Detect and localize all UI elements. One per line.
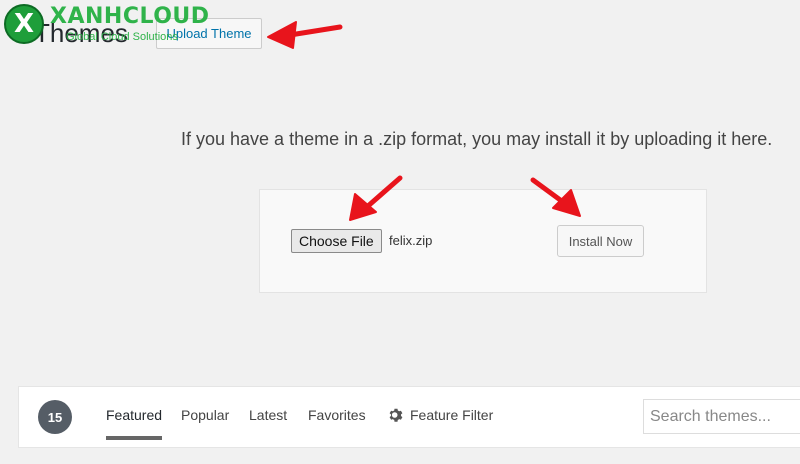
tab-featured[interactable]: Featured <box>106 407 163 440</box>
logo-tagline: Global Cloud Solutions <box>66 31 178 43</box>
theme-filter-bar: 15 Featured Popular Latest Favorites Fea… <box>18 386 800 448</box>
watermark-logo: X XANHCLOUD Global Cloud Solutions <box>4 4 210 44</box>
tab-favorites[interactable]: Favorites <box>308 407 366 423</box>
selected-file-name: felix.zip <box>389 233 433 248</box>
tab-popular[interactable]: Popular <box>181 407 229 423</box>
feature-filter-label: Feature Filter <box>410 407 494 423</box>
theme-count-badge: 15 <box>38 400 72 434</box>
upload-form: Choose File felix.zip Install Now <box>259 189 707 293</box>
logo-name: XANHCLOUD <box>50 4 210 29</box>
gear-icon <box>389 408 403 422</box>
feature-filter-button[interactable]: Feature Filter <box>388 407 493 423</box>
tab-latest[interactable]: Latest <box>249 407 287 423</box>
choose-file-button[interactable]: Choose File <box>291 229 382 253</box>
search-themes-input[interactable] <box>643 399 800 434</box>
logo-x-icon: X <box>4 4 44 44</box>
upload-description: If you have a theme in a .zip format, yo… <box>181 129 773 149</box>
arrow-upload-icon <box>267 21 343 49</box>
install-now-button[interactable]: Install Now <box>557 225 644 257</box>
